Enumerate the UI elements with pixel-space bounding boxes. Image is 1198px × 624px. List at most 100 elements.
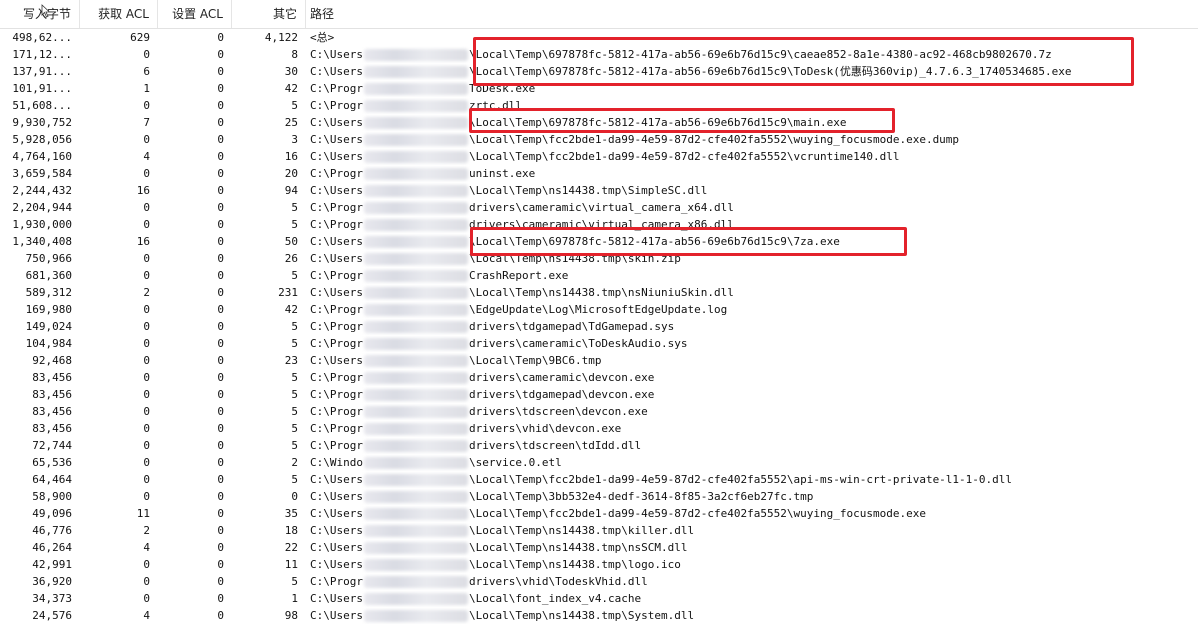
table-row[interactable]: 42,991 0 0 11 C:\Users \Local\Temp\ns14438.tm… xyxy=(0,556,1198,573)
write-bytes-cell: 72,744 xyxy=(32,439,72,452)
set-acl-cell: 0 xyxy=(217,82,224,95)
set-acl-cell: 0 xyxy=(217,405,224,418)
table-row[interactable]: 83,456 0 0 5 C:\Progr drivers\tdscreen\devcon… xyxy=(0,403,1198,420)
table-row[interactable]: 46,776 2 0 18 C:\Users \Local\Temp\ns14438.tm… xyxy=(0,522,1198,539)
path-cell: C:\Windo \service.0.etl xyxy=(310,454,1190,471)
table-row[interactable]: 58,900 0 0 0 C:\Users \Local\Temp\3bb532e4-de… xyxy=(0,488,1198,505)
table-row[interactable]: 36,920 0 0 5 C:\Progr drivers\vhid\TodeskVhid… xyxy=(0,573,1198,590)
table-row[interactable]: 34,373 0 0 1 C:\Users \Local\font_index_v4.ca… xyxy=(0,590,1198,607)
get-acl-cell: 6 xyxy=(143,65,150,78)
write-bytes-cell: 4,764,160 xyxy=(12,150,72,163)
table-row[interactable]: 92,468 0 0 23 C:\Users \Local\Temp\9BC6.tmp xyxy=(0,352,1198,369)
get-acl-cell: 0 xyxy=(143,388,150,401)
table-row[interactable]: 149,024 0 0 5 C:\Progr drivers\tdgamepad\TdGa… xyxy=(0,318,1198,335)
write-bytes-cell: 1,340,408 xyxy=(12,235,72,248)
path-prefix: C:\Users xyxy=(310,133,363,146)
other-cell: 5 xyxy=(291,388,298,401)
path-suffix: drivers\cameramic\ToDeskAudio.sys xyxy=(468,337,688,350)
table-row[interactable]: 24,576 4 0 98 C:\Users \Local\Temp\ns14438.tm… xyxy=(0,607,1198,624)
redacted-path-segment xyxy=(363,423,468,435)
table-row[interactable]: 83,456 0 0 5 C:\Progr drivers\tdgamepad\devco… xyxy=(0,386,1198,403)
path-prefix: C:\Users xyxy=(310,473,363,486)
path-suffix: drivers\tdgamepad\TdGamepad.sys xyxy=(468,320,675,333)
redacted-path-segment xyxy=(363,287,468,299)
path-cell: C:\Progr CrashReport.exe xyxy=(310,267,1190,284)
set-acl-cell: 0 xyxy=(217,286,224,299)
set-acl-cell: 0 xyxy=(217,541,224,554)
header-get-acl[interactable]: 获取 ACL xyxy=(80,0,158,28)
path-suffix: \Local\Temp\ns14438.tmp\nsNiuniuSkin.dll xyxy=(468,286,734,299)
redacted-path-segment xyxy=(363,576,468,588)
table-row[interactable]: 2,244,432 16 0 94 C:\Users \Local\Temp\ns1443… xyxy=(0,182,1198,199)
header-other[interactable]: 其它 xyxy=(232,0,306,28)
redacted-path-segment xyxy=(363,168,468,180)
other-cell: 5 xyxy=(291,201,298,214)
table-row[interactable]: 681,360 0 0 5 C:\Progr CrashReport.exe xyxy=(0,267,1198,284)
other-cell: 5 xyxy=(291,371,298,384)
path-suffix: drivers\cameramic\virtual_camera_x64.dll xyxy=(468,201,734,214)
other-cell: 22 xyxy=(284,541,298,554)
path-suffix: \service.0.etl xyxy=(468,456,562,469)
get-acl-cell: 629 xyxy=(130,31,150,44)
path-cell: C:\Progr drivers\cameramic\ToDeskAudio.sy… xyxy=(310,335,1190,352)
other-cell: 35 xyxy=(284,507,298,520)
path-prefix: C:\Progr xyxy=(310,99,363,112)
get-acl-cell: 0 xyxy=(143,473,150,486)
write-bytes-cell: 3,659,584 xyxy=(12,167,72,180)
redacted-path-segment xyxy=(363,236,468,248)
other-cell: 5 xyxy=(291,337,298,350)
table-row[interactable]: 46,264 4 0 22 C:\Users \Local\Temp\ns14438.tm… xyxy=(0,539,1198,556)
path-prefix: C:\Progr xyxy=(310,405,363,418)
table-row[interactable]: 5,928,056 0 0 3 C:\Users \Local\Temp\fcc2bde1… xyxy=(0,131,1198,148)
table-row[interactable]: 64,464 0 0 5 C:\Users \Local\Temp\fcc2bde1-da… xyxy=(0,471,1198,488)
write-bytes-cell: 1,930,000 xyxy=(12,218,72,231)
set-acl-cell: 0 xyxy=(217,524,224,537)
table-row[interactable]: 4,764,160 4 0 16 C:\Users \Local\Temp\fcc2bde… xyxy=(0,148,1198,165)
redacted-path-segment xyxy=(363,542,468,554)
path-suffix: drivers\vhid\TodeskVhid.dll xyxy=(468,575,648,588)
header-path[interactable]: 路径 xyxy=(306,0,1198,28)
set-acl-cell: 0 xyxy=(217,65,224,78)
path-cell: C:\Users \Local\Temp\fcc2bde1-da99-4e59-8… xyxy=(310,471,1190,488)
write-bytes-cell: 169,980 xyxy=(25,303,72,316)
table-row[interactable]: 3,659,584 0 0 20 C:\Progr uninst.exe xyxy=(0,165,1198,182)
redacted-path-segment xyxy=(363,593,468,605)
path-suffix: \EdgeUpdate\Log\MicrosoftEdgeUpdate.log xyxy=(468,303,728,316)
other-cell: 20 xyxy=(284,167,298,180)
other-cell: 3 xyxy=(291,133,298,146)
table-row[interactable]: 589,312 2 0 231 C:\Users \Local\Temp\ns14438.… xyxy=(0,284,1198,301)
table-row[interactable]: 49,096 11 0 35 C:\Users \Local\Temp\fcc2bde1-… xyxy=(0,505,1198,522)
set-acl-cell: 0 xyxy=(217,558,224,571)
header-write-bytes[interactable]: 写入字节 xyxy=(0,0,80,28)
table-row[interactable]: 83,456 0 0 5 C:\Progr drivers\vhid\devcon.exe xyxy=(0,420,1198,437)
path-cell: C:\Users \Local\Temp\3bb532e4-dedf-3614-8… xyxy=(310,488,1190,505)
path-suffix: \Local\Temp\fcc2bde1-da99-4e59-87d2-cfe4… xyxy=(468,507,926,520)
write-bytes-cell: 681,360 xyxy=(25,269,72,282)
get-acl-cell: 0 xyxy=(143,422,150,435)
table-row[interactable]: 72,744 0 0 5 C:\Progr drivers\tdscreen\tdIdd.… xyxy=(0,437,1198,454)
path-suffix: drivers\vhid\devcon.exe xyxy=(468,422,622,435)
path-prefix: C:\Progr xyxy=(310,371,363,384)
path-suffix: \Local\Temp\ns14438.tmp\logo.ico xyxy=(468,558,681,571)
other-cell: 8 xyxy=(291,48,298,61)
table-row[interactable]: 104,984 0 0 5 C:\Progr drivers\cameramic\ToDe… xyxy=(0,335,1198,352)
table-row[interactable]: 169,980 0 0 42 C:\Progr \EdgeUpdate\Log\Micro… xyxy=(0,301,1198,318)
write-bytes-cell: 104,984 xyxy=(25,337,72,350)
write-bytes-cell: 498,62... xyxy=(12,31,72,44)
set-acl-cell: 0 xyxy=(217,320,224,333)
set-acl-cell: 0 xyxy=(217,184,224,197)
path-prefix: C:\Progr xyxy=(310,422,363,435)
table-row[interactable]: 2,204,944 0 0 5 C:\Progr drivers\cameramic\vi… xyxy=(0,199,1198,216)
set-acl-cell: 0 xyxy=(217,371,224,384)
table-row[interactable]: 65,536 0 0 2 C:\Windo \service.0.etl xyxy=(0,454,1198,471)
write-bytes-cell: 34,373 xyxy=(32,592,72,605)
other-cell: 23 xyxy=(284,354,298,367)
write-bytes-cell: 65,536 xyxy=(32,456,72,469)
path-prefix: C:\Users xyxy=(310,235,363,248)
set-acl-cell: 0 xyxy=(217,235,224,248)
get-acl-cell: 0 xyxy=(143,320,150,333)
header-set-acl[interactable]: 设置 ACL xyxy=(158,0,232,28)
table-row[interactable]: 83,456 0 0 5 C:\Progr drivers\cameramic\devco… xyxy=(0,369,1198,386)
set-acl-cell: 0 xyxy=(217,303,224,316)
redacted-path-segment xyxy=(363,525,468,537)
